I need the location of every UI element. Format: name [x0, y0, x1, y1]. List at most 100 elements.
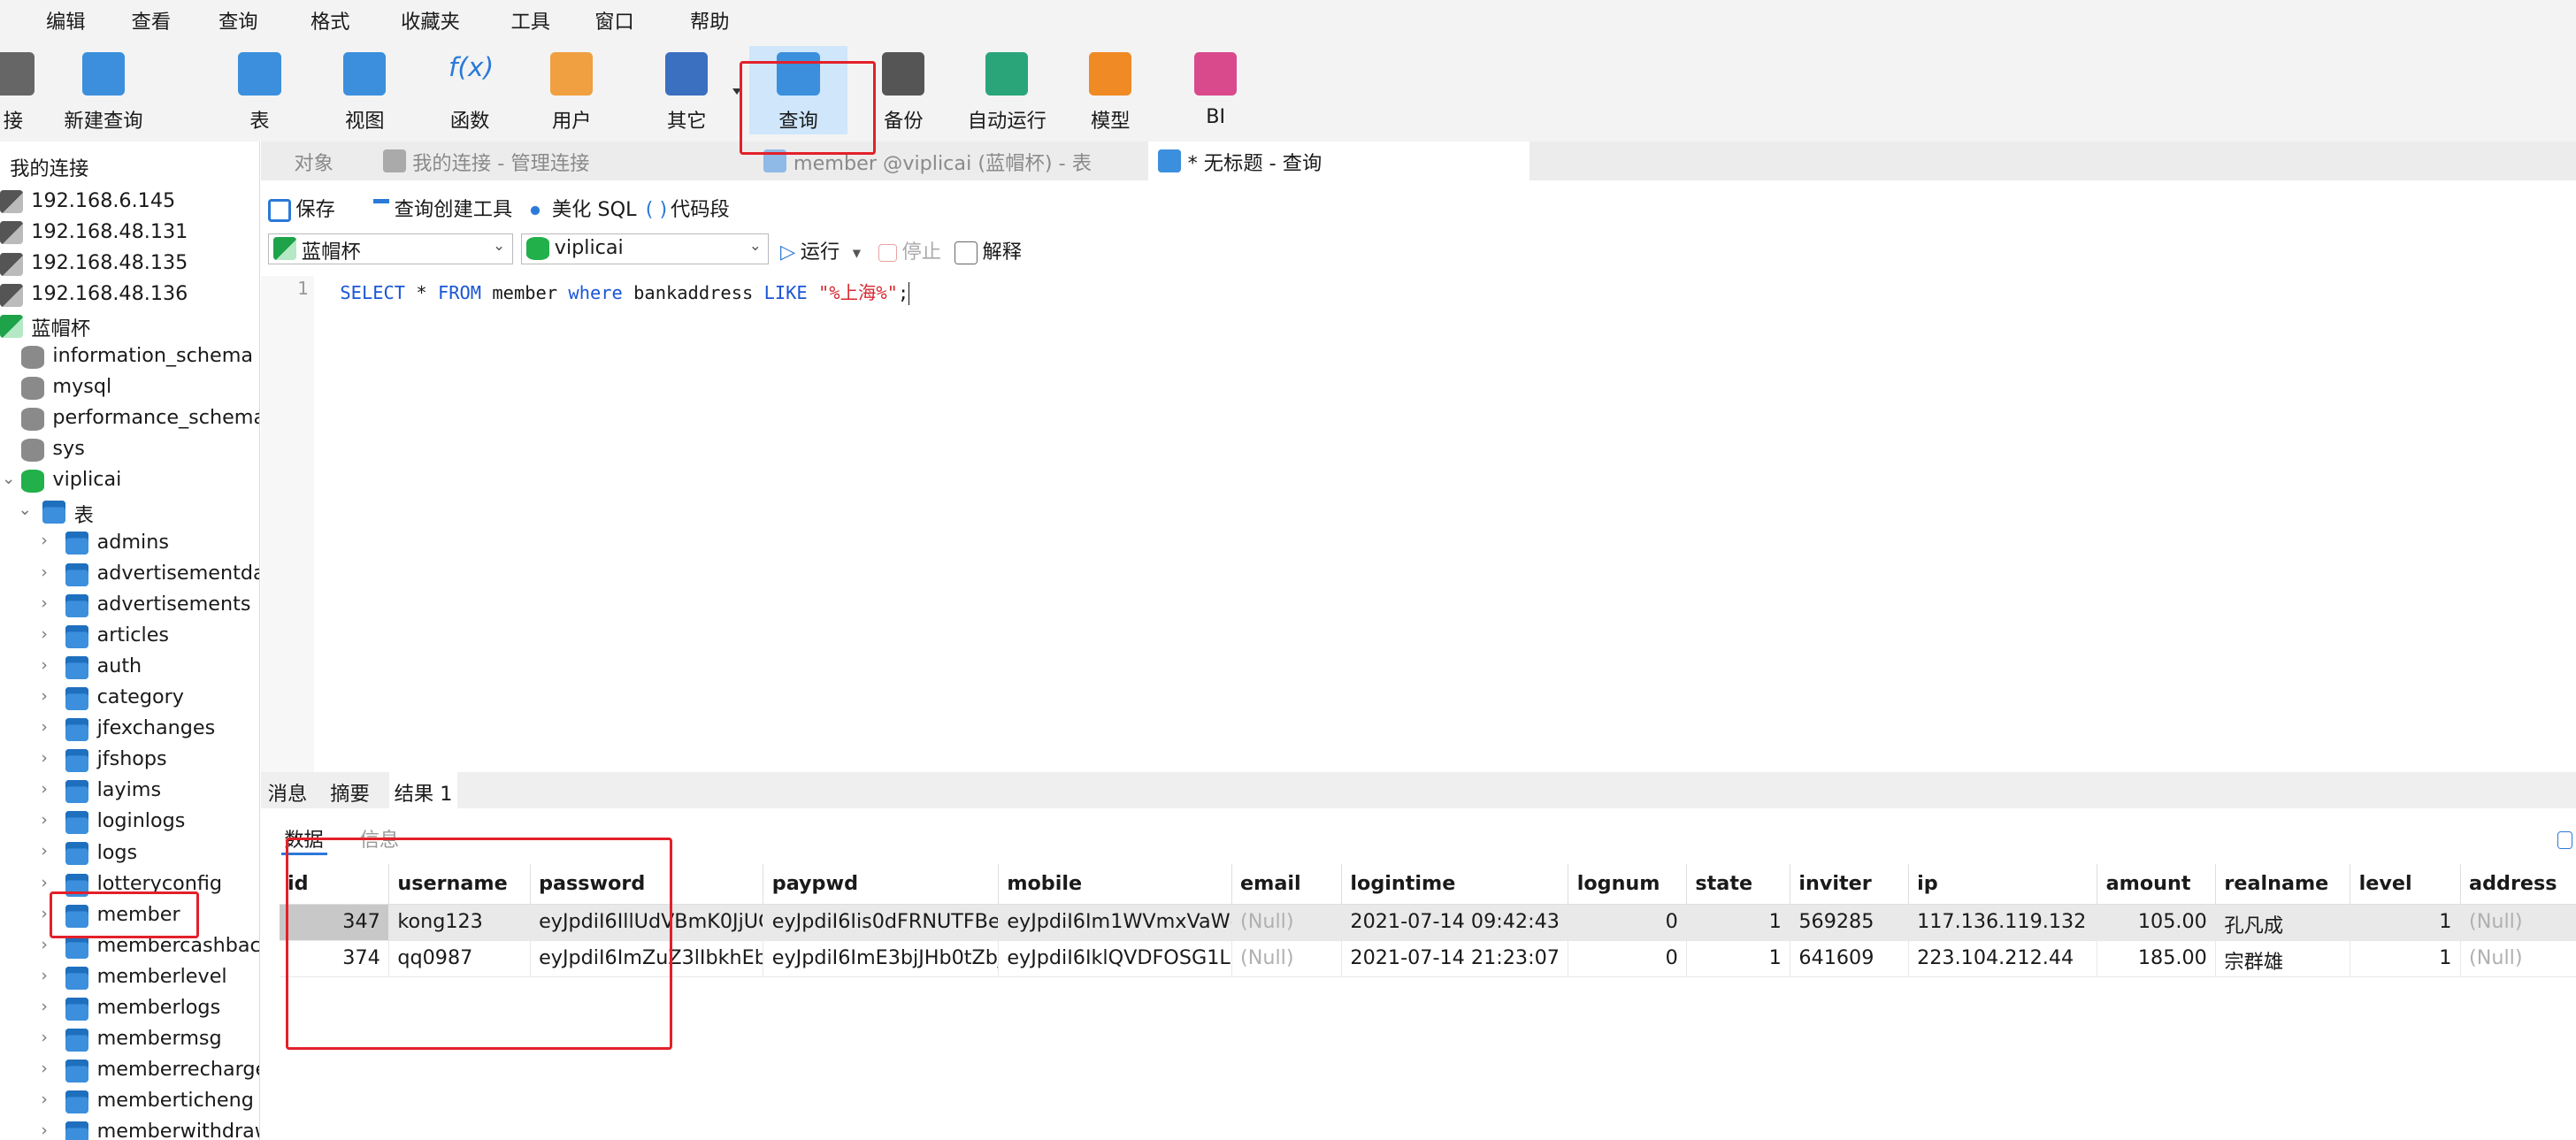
table-cell[interactable]: 0	[1568, 905, 1688, 942]
toolbar-user-button[interactable]: 用户	[523, 46, 621, 134]
table-cell[interactable]: 1	[2350, 941, 2461, 977]
database-item[interactable]: information_schema	[0, 340, 259, 371]
connection-item[interactable]: 192.168.48.131	[0, 217, 259, 248]
connection-item[interactable]: 192.168.48.135	[0, 248, 259, 279]
chevron-right-icon[interactable]: ›	[41, 780, 47, 799]
table-cell[interactable]: 2021-07-14 21:23:07	[1342, 941, 1569, 977]
column-header-email[interactable]: email	[1231, 863, 1343, 906]
table-cell[interactable]: eyJpdiI6ImZuZ3lIbkhEbF	[530, 941, 764, 977]
table-cell[interactable]: 117.136.119.132	[1908, 905, 2098, 942]
column-header-paypwd[interactable]: paypwd	[763, 863, 1000, 906]
connection-item[interactable]: 蓝帽杯	[0, 310, 259, 340]
menu-item[interactable]: 工具	[511, 6, 551, 34]
menu-item[interactable]: 帮助	[690, 6, 730, 34]
run-button[interactable]: ▷ 运行 ▾	[780, 236, 861, 264]
chevron-right-icon[interactable]: ›	[41, 1060, 47, 1078]
toolbar-automation-robot-button[interactable]: 自动运行	[958, 46, 1056, 134]
chevron-right-icon[interactable]: ›	[41, 842, 47, 861]
table-cell[interactable]: 1	[2350, 905, 2461, 942]
table-cell[interactable]: 1	[1687, 905, 1791, 942]
column-header-level[interactable]: level	[2350, 863, 2461, 906]
table-item-jfshops[interactable]: › jfshops	[0, 745, 259, 776]
table-cell[interactable]: 1	[1687, 941, 1791, 977]
stop-button[interactable]: 停止	[878, 236, 941, 264]
chevron-right-icon[interactable]: ›	[41, 594, 47, 613]
table-cell[interactable]: kong123	[389, 905, 531, 942]
toolbar-bi-chart-button[interactable]: BI	[1166, 46, 1264, 134]
table-cell[interactable]: 2021-07-14 09:42:43	[1342, 905, 1569, 942]
table-item-logs[interactable]: › logs	[0, 838, 259, 868]
chevron-right-icon[interactable]: ›	[41, 936, 47, 954]
chevron-right-icon[interactable]: ›	[41, 811, 47, 830]
table-item-category[interactable]: › category	[0, 682, 259, 713]
menu-item[interactable]: 查看	[132, 6, 172, 34]
table-item-advertisements[interactable]: › advertisements	[0, 589, 259, 620]
toolbar-other-tools-button[interactable]: 其它	[638, 46, 736, 134]
column-header-address[interactable]: address	[2460, 864, 2576, 906]
database-item[interactable]: sys	[0, 434, 259, 465]
table-cell[interactable]: 641609	[1790, 941, 1909, 977]
toolbar-connection-button[interactable]: 接	[0, 46, 63, 134]
menu-item[interactable]: 格式	[310, 6, 350, 34]
column-header-realname[interactable]: realname	[2216, 863, 2351, 906]
column-header-logintime[interactable]: logintime	[1342, 863, 1569, 906]
toolbar-backup-button[interactable]: 备份	[855, 46, 953, 134]
other-dropdown-icon[interactable]	[732, 88, 742, 96]
result-tab-2[interactable]: 结果 1	[389, 771, 457, 808]
database-select[interactable]: viplicai ⌄	[520, 233, 770, 265]
chevron-down-icon[interactable]: ⌄	[18, 501, 32, 519]
chevron-right-icon[interactable]: ›	[41, 625, 47, 644]
table-item-loginlogs[interactable]: › loginlogs	[0, 807, 259, 838]
table-cell[interactable]: 105.00	[2097, 905, 2217, 942]
code-snippet-button[interactable]: ( ) 代码段	[646, 194, 730, 222]
table-item-auth[interactable]: › auth	[0, 651, 259, 682]
toolbar-model-button[interactable]: 模型	[1062, 46, 1160, 134]
column-header-id[interactable]: id	[279, 863, 390, 906]
column-header-lognum[interactable]: lognum	[1568, 863, 1688, 906]
tables-folder[interactable]: ⌄ 表	[0, 496, 259, 527]
chevron-right-icon[interactable]: ›	[41, 1029, 47, 1047]
table-cell[interactable]: 374	[279, 941, 390, 977]
tab-0[interactable]: 对象	[261, 142, 372, 181]
menu-item[interactable]: 收藏夹	[401, 6, 460, 34]
toolbar-view-button[interactable]: 视图	[316, 46, 414, 134]
column-header-state[interactable]: state	[1687, 863, 1791, 906]
toolbar-table-button[interactable]: 表	[211, 46, 309, 134]
column-header-username[interactable]: username	[389, 863, 531, 906]
table-cell[interactable]: eyJpdiI6Iis0dFRNUTFBeH	[763, 905, 1000, 942]
table-item-membermsg[interactable]: › membermsg	[0, 1023, 259, 1054]
table-cell[interactable]: 185.00	[2097, 941, 2217, 977]
table-cell[interactable]: (Null)	[1231, 941, 1343, 977]
table-item-memberlogs[interactable]: › memberlogs	[0, 992, 259, 1023]
run-dropdown-icon[interactable]: ▾	[853, 244, 861, 263]
sql-code-line[interactable]: SELECT * FROM member where bankaddress L…	[340, 278, 910, 305]
connection-item[interactable]: 192.168.48.136	[0, 279, 259, 310]
column-header-inviter[interactable]: inviter	[1790, 863, 1909, 906]
chevron-right-icon[interactable]: ›	[41, 874, 47, 892]
beautify-sql-button[interactable]: 美化 SQL	[524, 194, 637, 222]
chevron-right-icon[interactable]: ›	[41, 905, 47, 923]
table-cell[interactable]: eyJpdiI6ImE3bjJHb0tZbjI	[763, 941, 1000, 977]
result-subtab-1[interactable]: 信息	[360, 824, 400, 853]
tab-2[interactable]: member @viplicai (蓝帽杯) - 表	[754, 142, 1148, 181]
table-cell[interactable]: 孔凡成	[2216, 905, 2351, 942]
table-item-admins[interactable]: › admins	[0, 527, 259, 558]
table-item-jfexchanges[interactable]: › jfexchanges	[0, 713, 259, 744]
export-icon[interactable]	[2557, 830, 2573, 850]
table-item-memberwithdraw[interactable]: › memberwithdraw	[0, 1117, 259, 1140]
table-item-lotteryconfig[interactable]: › lotteryconfig	[0, 868, 259, 899]
table-cell[interactable]: (Null)	[2460, 905, 2576, 942]
column-header-amount[interactable]: amount	[2097, 863, 2217, 906]
chevron-right-icon[interactable]: ›	[41, 687, 47, 706]
chevron-right-icon[interactable]: ›	[41, 967, 47, 985]
table-item-memberlevel[interactable]: › memberlevel	[0, 961, 259, 992]
menu-item[interactable]: 查询	[218, 6, 258, 34]
table-cell[interactable]: (Null)	[1231, 905, 1343, 942]
chevron-right-icon[interactable]: ›	[41, 1090, 47, 1109]
chevron-down-icon[interactable]: ⌄	[2, 470, 16, 488]
column-header-ip[interactable]: ip	[1908, 863, 2098, 906]
table-cell[interactable]: (Null)	[2460, 941, 2576, 977]
menu-item[interactable]: 窗口	[594, 6, 634, 34]
toolbar-new-query-button[interactable]: 新建查询	[54, 46, 152, 134]
column-header-password[interactable]: password	[530, 863, 764, 906]
